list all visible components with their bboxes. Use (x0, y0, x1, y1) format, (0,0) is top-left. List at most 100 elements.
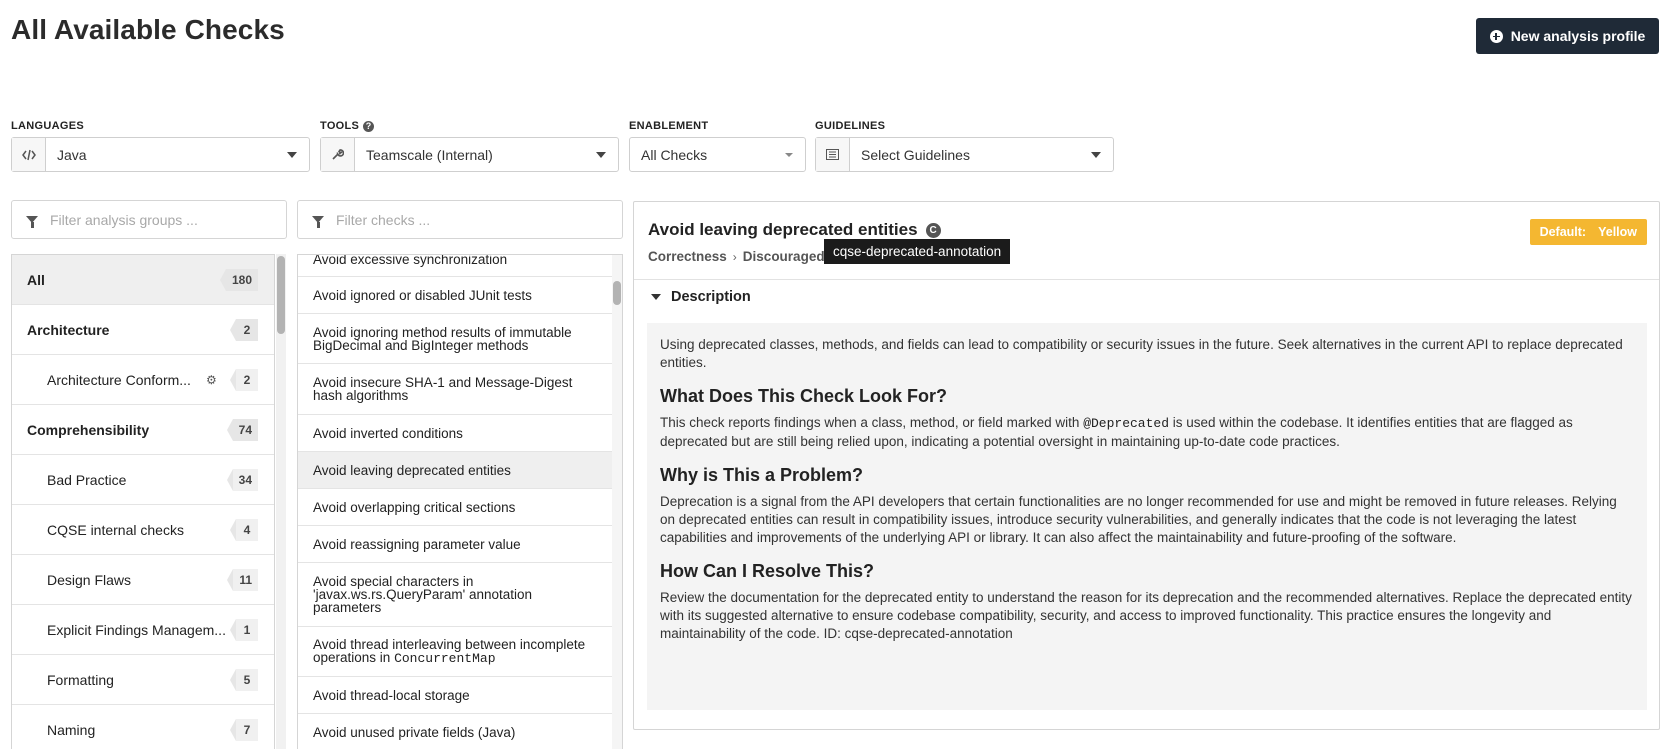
description-body: Using deprecated classes, methods, and f… (647, 323, 1647, 710)
description-toggle[interactable]: Description (651, 289, 751, 305)
section-text: This check reports findings when a class… (660, 415, 1573, 449)
enablement-select-value: All Checks (641, 146, 708, 163)
new-analysis-profile-label: New analysis profile (1510, 28, 1646, 44)
group-item[interactable]: Design Flaws 11 (12, 555, 274, 605)
group-count-badge: 4 (230, 518, 258, 541)
group-count-badge: 34 (226, 468, 258, 491)
groups-scrollbar-thumb[interactable] (277, 256, 285, 334)
group-count-badge: 1 (230, 618, 258, 641)
group-item[interactable]: Formatting 5 (12, 655, 274, 705)
group-item-label: Bad Practice (47, 471, 127, 488)
chevron-down-icon (287, 151, 297, 158)
group-item[interactable]: Comprehensibility 74 (12, 405, 274, 455)
section-heading: What Does This Check Look For? (660, 386, 948, 406)
caret-down-icon (651, 294, 661, 300)
check-item-label: Avoid ignoring method results of immutab… (313, 324, 572, 353)
breadcrumb-group[interactable]: Discouraged (743, 249, 825, 264)
check-item[interactable]: Avoid ignored or disabled JUnit tests (298, 277, 622, 314)
check-item[interactable]: Avoid excessive synchronization (298, 255, 622, 277)
groups-filter-input[interactable] (50, 211, 286, 228)
tools-label: TOOLS ? (320, 120, 375, 132)
check-item[interactable]: Avoid thread interleaving between incomp… (298, 627, 622, 677)
chevron-down-icon (596, 151, 606, 158)
group-item-label: Architecture Conform... (47, 371, 191, 388)
guidelines-select-value: Select Guidelines (861, 146, 970, 163)
group-count-badge: 7 (230, 718, 258, 741)
group-item[interactable]: Architecture Conform... ⚙ 2 (12, 355, 274, 405)
chevron-down-icon (785, 152, 793, 157)
check-item[interactable]: Avoid overlapping critical sections (298, 489, 622, 526)
languages-select-value: Java (57, 146, 87, 163)
check-item-label: Avoid ignored or disabled JUnit tests (313, 287, 532, 303)
group-count-badge: 74 (226, 418, 258, 441)
group-item-label: Design Flaws (47, 571, 132, 588)
analysis-groups-list: All 180 Architecture 2 Architecture Conform.… (11, 254, 275, 749)
group-item-label: All (27, 271, 45, 288)
group-item-label: Architecture (27, 321, 110, 338)
copyright-c-icon[interactable]: C (925, 222, 941, 238)
default-severity-badge: Default: Yellow (1529, 219, 1647, 245)
group-item[interactable]: All 180 (12, 255, 274, 305)
check-item[interactable]: Avoid reassigning parameter value (298, 526, 622, 563)
check-id-tooltip: cqse-deprecated-annotation (824, 239, 1011, 264)
section-heading: Why is This a Problem? (660, 465, 864, 485)
check-item[interactable]: Avoid insecure SHA-1 and Message-Digest … (298, 364, 622, 415)
checks-scrollbar[interactable] (612, 255, 622, 749)
check-item[interactable]: Avoid thread-local storage (298, 677, 622, 714)
description-intro: Using deprecated classes, methods, and f… (660, 337, 1623, 370)
checks-scrollbar-thumb[interactable] (613, 281, 621, 305)
check-item-label: Avoid inverted conditions (313, 425, 463, 441)
check-item-code: ConcurrentMap (394, 651, 496, 666)
check-item[interactable]: Avoid special characters in 'javax.ws.rs… (298, 563, 622, 627)
new-analysis-profile-button[interactable]: New analysis profile (1476, 18, 1659, 54)
plus-circle-icon (1489, 29, 1503, 43)
group-item-label: Comprehensibility (27, 421, 150, 438)
section-heading: How Can I Resolve This? (660, 561, 875, 581)
chevron-right-icon: › (732, 249, 737, 264)
check-title: Avoid leaving deprecated entities C (648, 220, 941, 240)
checks-list: Avoid excessive synchronization Avoid ign… (297, 254, 623, 749)
check-item-label: Avoid leaving deprecated entities (313, 462, 511, 478)
filter-icon (26, 216, 38, 228)
chevron-down-icon (1091, 151, 1101, 158)
group-count-badge: 180 (219, 268, 258, 291)
check-item-label: Avoid unused private fields (Java) (313, 724, 516, 740)
group-item[interactable]: Architecture 2 (12, 305, 274, 355)
groups-scrollbar[interactable] (276, 254, 286, 749)
page-title: All Available Checks (11, 14, 285, 45)
gear-icon[interactable]: ⚙ (206, 374, 218, 386)
guidelines-label: GUIDELINES (815, 120, 886, 132)
check-item[interactable]: Avoid inverted conditions (298, 415, 622, 452)
breadcrumb-category[interactable]: Correctness (648, 249, 727, 264)
help-icon[interactable]: ? (363, 120, 375, 132)
group-item[interactable]: Bad Practice 34 (12, 455, 274, 505)
description-header: Description (671, 289, 751, 305)
checks-filter-input[interactable] (336, 211, 622, 228)
check-item[interactable]: Avoid leaving deprecated entities (298, 452, 622, 489)
filter-icon (312, 216, 324, 228)
group-item[interactable]: Naming 7 (12, 705, 274, 749)
guidelines-select[interactable]: Select Guidelines (815, 137, 1114, 172)
check-item-label: Avoid thread interleaving between incomp… (313, 637, 586, 666)
wrench-icon (321, 138, 355, 171)
check-item-label: Avoid overlapping critical sections (313, 499, 516, 515)
section-text: Deprecation is a signal from the API dev… (660, 494, 1617, 545)
tools-select[interactable]: Teamscale (Internal) (320, 137, 619, 172)
group-item[interactable]: Explicit Findings Managem... 1 (12, 605, 274, 655)
languages-select[interactable]: Java (11, 137, 310, 172)
group-count-badge: 2 (230, 368, 258, 391)
deprecated-code: @Deprecated (1083, 416, 1170, 431)
group-item-label: Formatting (47, 671, 114, 688)
enablement-select[interactable]: All Checks (629, 137, 806, 172)
check-item[interactable]: Avoid ignoring method results of immutab… (298, 314, 622, 364)
section-text: Review the documentation for the depreca… (660, 590, 1632, 641)
list-icon (816, 138, 850, 171)
group-count-badge: 11 (227, 568, 258, 591)
group-count-badge: 2 (230, 318, 258, 341)
enablement-label: ENABLEMENT (629, 120, 709, 132)
group-item[interactable]: CQSE internal checks 4 (12, 505, 274, 555)
check-item[interactable]: Avoid unused private fields (Java) (298, 714, 622, 749)
group-item-label: Naming (47, 721, 96, 738)
check-item-label: Avoid insecure SHA-1 and Message-Digest … (313, 375, 573, 403)
breadcrumb: Correctness › Discouraged (648, 249, 825, 264)
